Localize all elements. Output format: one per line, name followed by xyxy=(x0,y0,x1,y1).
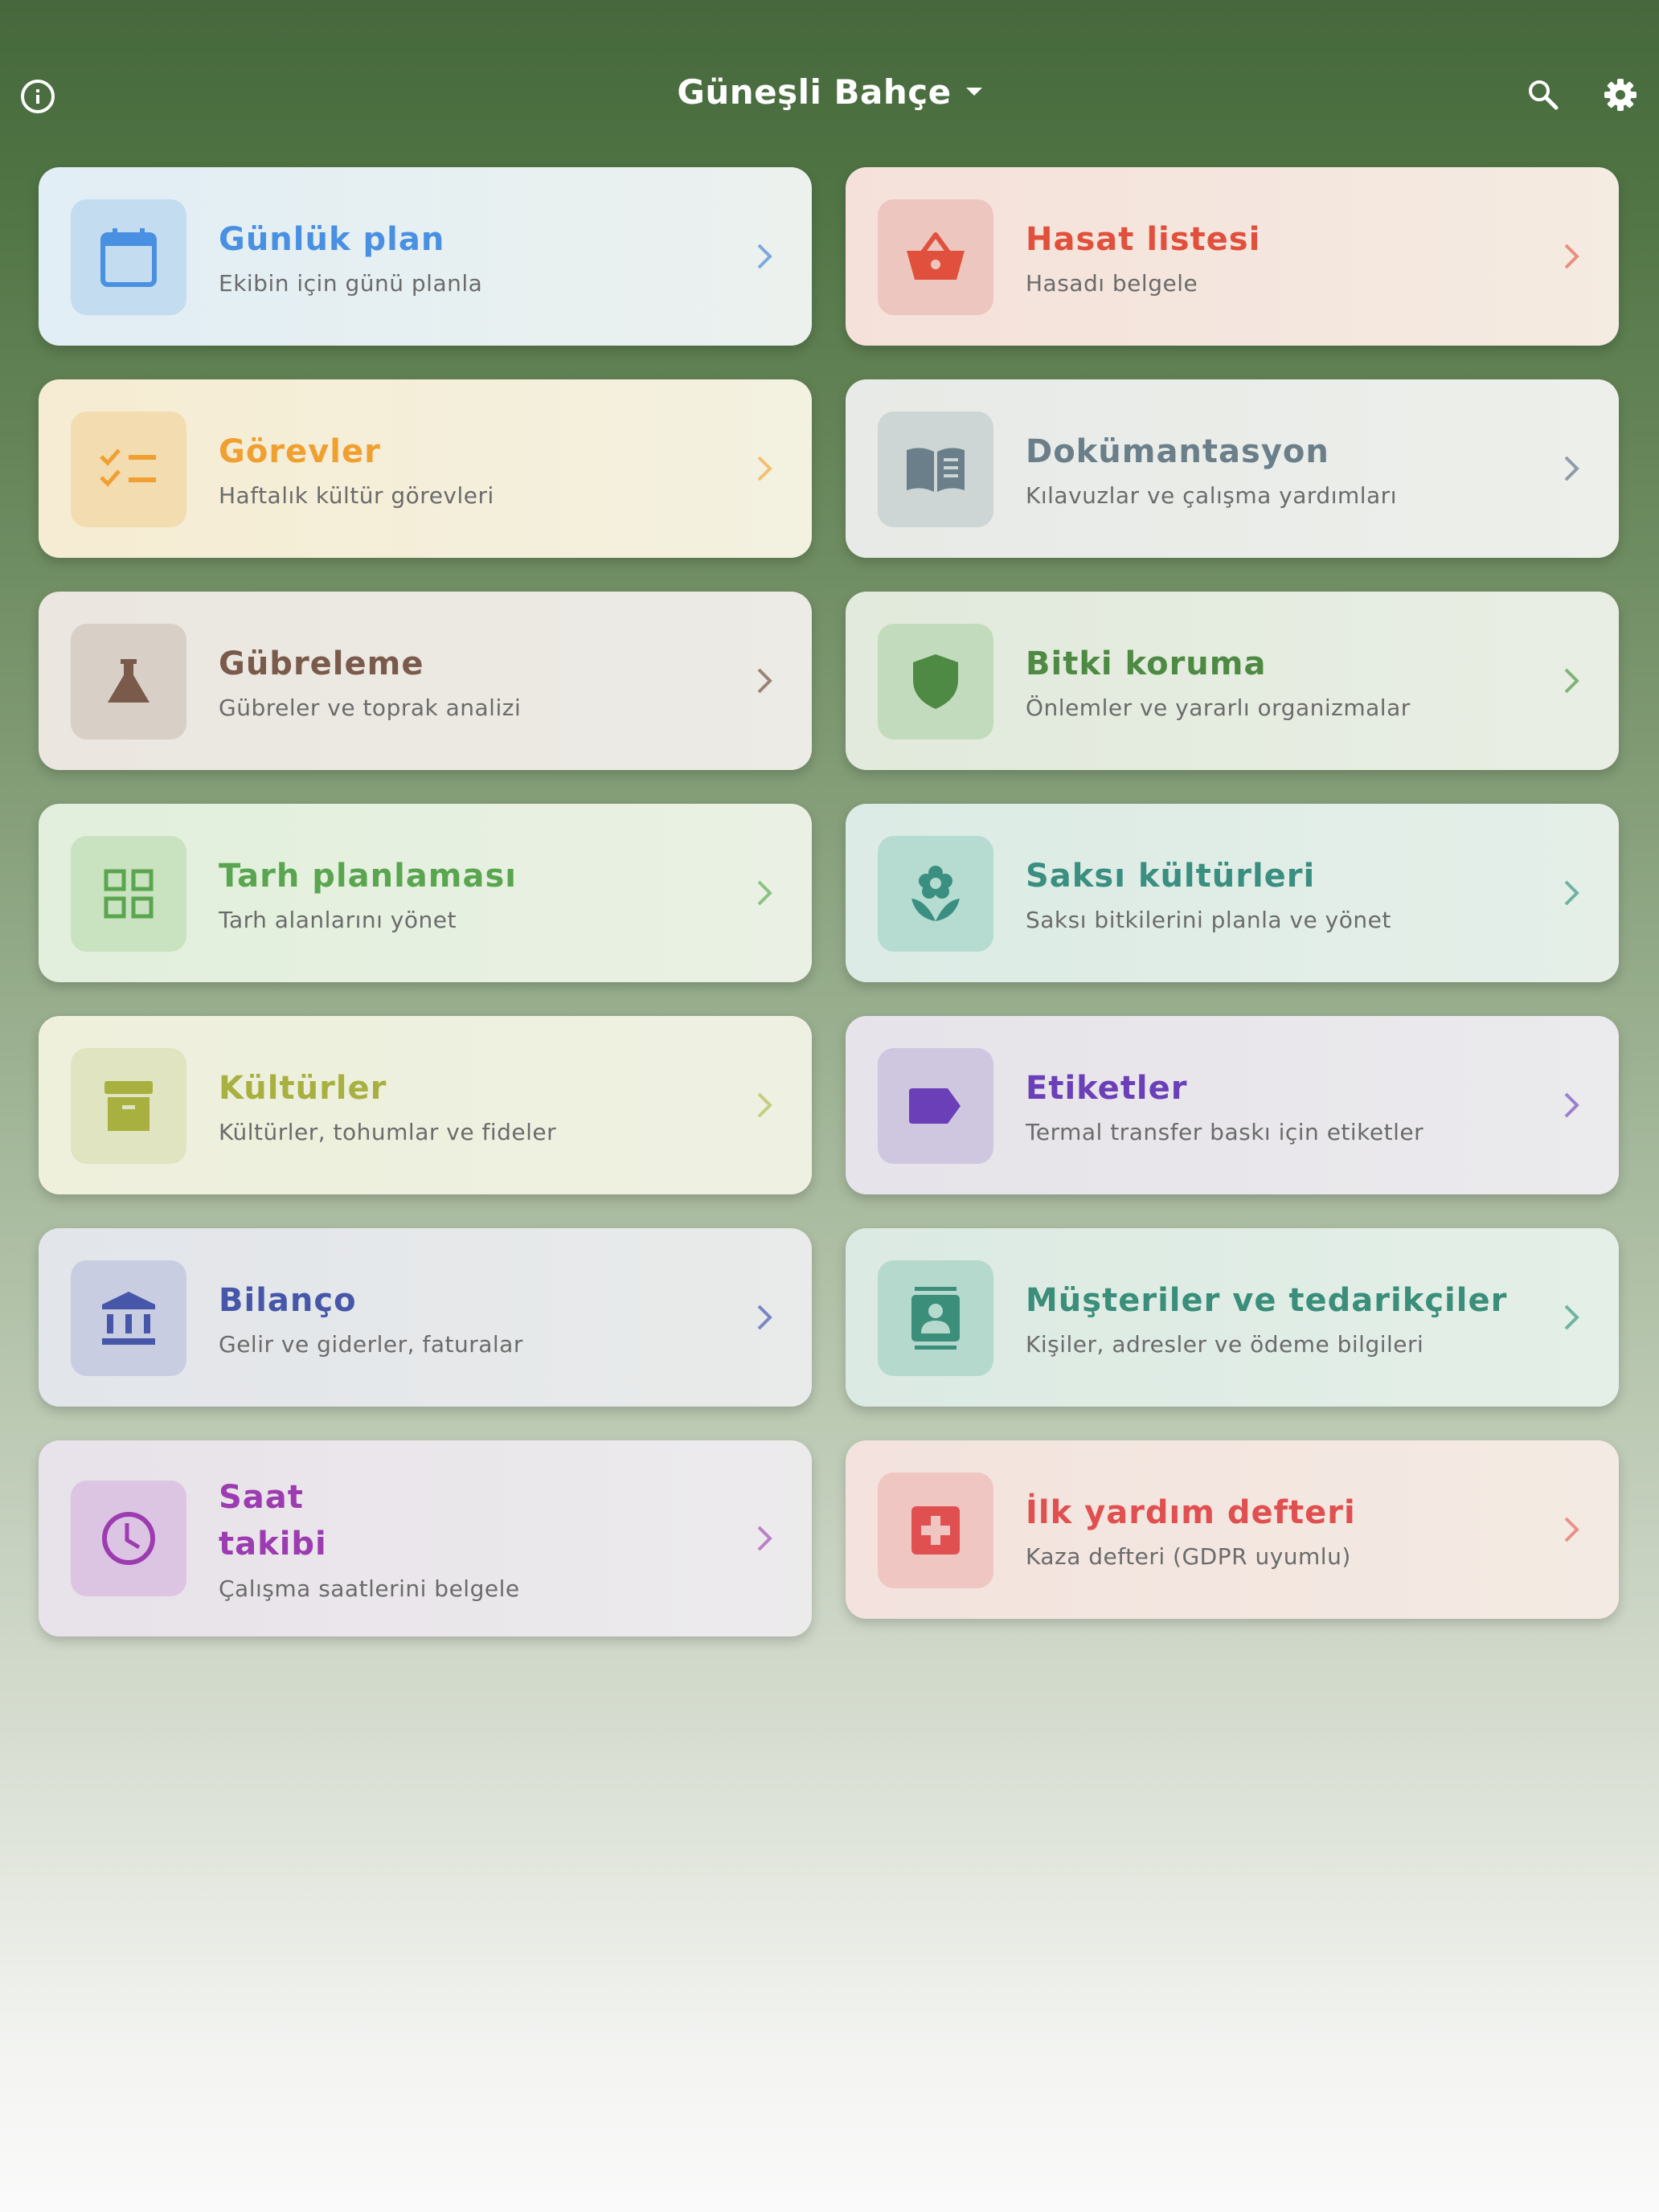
calendar-icon xyxy=(71,199,186,315)
card-title: Görevler xyxy=(219,433,381,470)
chevron-right-icon xyxy=(1564,1092,1579,1118)
card-pot-cultures[interactable]: Saksı kültürleri Saksı bitkilerini planl… xyxy=(846,804,1619,982)
card-subtitle: Gübreler ve toprak analizi xyxy=(219,694,522,721)
card-bed-planning[interactable]: Tarh planlaması Tarh alanlarını yönet xyxy=(39,804,812,982)
card-title: Günlük plan xyxy=(219,221,445,258)
card-subtitle: Çalışma saatlerini belgele xyxy=(219,1575,520,1602)
chevron-right-icon xyxy=(757,244,772,269)
shield-icon xyxy=(878,624,993,739)
book-icon xyxy=(878,412,993,527)
card-cultures[interactable]: Kültürler Kültürler, tohumlar ve fideler xyxy=(39,1016,812,1194)
chevron-right-icon xyxy=(757,1092,772,1118)
card-title: Müşteriler ve tedarikçiler xyxy=(1026,1282,1508,1319)
card-subtitle: Haftalık kültür görevleri xyxy=(219,482,494,509)
chevron-right-icon xyxy=(1564,244,1579,269)
grid-icon xyxy=(71,836,186,952)
card-subtitle: Kaza defteri (GDPR uyumlu) xyxy=(1026,1543,1351,1570)
chevron-right-icon xyxy=(757,668,772,694)
chevron-right-icon xyxy=(1564,456,1579,481)
card-subtitle: Termal transfer baskı için etiketler xyxy=(1026,1119,1424,1145)
page-title: Güneşli Bahçe xyxy=(677,72,952,112)
checklist-icon xyxy=(71,412,186,527)
search-icon[interactable] xyxy=(1526,77,1561,113)
card-title: Bilanço xyxy=(219,1282,357,1319)
card-title: Gübreleme xyxy=(219,645,424,682)
gear-icon[interactable] xyxy=(1603,77,1638,113)
card-fertilization[interactable]: Gübreleme Gübreler ve toprak analizi xyxy=(39,592,812,770)
card-title: Hasat listesi xyxy=(1026,221,1261,258)
card-title: Saksı kültürleri xyxy=(1026,858,1316,895)
card-harvest-list[interactable]: Hasat listesi Hasadı belgele xyxy=(846,167,1619,346)
card-subtitle: Önlemler ve yararlı organizmalar xyxy=(1026,694,1411,721)
card-title: Bitki koruma xyxy=(1026,645,1267,682)
chevron-right-icon xyxy=(757,1526,772,1551)
flower-icon xyxy=(878,836,993,952)
card-subtitle: Kılavuzlar ve çalışma yardımları xyxy=(1026,482,1397,509)
clock-icon xyxy=(71,1481,186,1596)
card-customers-suppliers[interactable]: Müşteriler ve tedarikçiler Kişiler, adre… xyxy=(846,1228,1619,1407)
bank-icon xyxy=(71,1260,186,1376)
card-subtitle: Ekibin için günü planla xyxy=(219,270,483,297)
basket-icon xyxy=(878,199,993,315)
label-icon xyxy=(878,1048,993,1164)
chevron-right-icon xyxy=(1564,1305,1579,1330)
archive-icon xyxy=(71,1048,186,1164)
card-title: Tarh planlaması xyxy=(219,858,517,895)
card-documentation[interactable]: Dokümantasyon Kılavuzlar ve çalışma yard… xyxy=(846,379,1619,558)
chevron-right-icon xyxy=(757,456,772,481)
chevron-right-icon xyxy=(1564,880,1579,906)
top-bar: Güneşli Bahçe xyxy=(0,48,1659,145)
card-subtitle: Gelir ve giderler, faturalar xyxy=(219,1331,523,1358)
chevron-right-icon xyxy=(757,1305,772,1330)
contact-icon xyxy=(878,1260,993,1376)
card-subtitle: Kişiler, adresler ve ödeme bilgileri xyxy=(1026,1331,1424,1358)
card-daily-plan[interactable]: Günlük plan Ekibin için günü planla xyxy=(39,167,812,346)
card-title: Kültürler xyxy=(219,1070,387,1107)
chevron-right-icon xyxy=(1564,668,1579,694)
card-subtitle: Hasadı belgele xyxy=(1026,270,1198,297)
card-tasks[interactable]: Görevler Haftalık kültür görevleri xyxy=(39,379,812,558)
caret-down-icon xyxy=(965,87,982,96)
card-title: Saat takibi xyxy=(219,1479,327,1563)
card-balance[interactable]: Bilanço Gelir ve giderler, faturalar xyxy=(39,1228,812,1407)
card-labels[interactable]: Etiketler Termal transfer baskı için eti… xyxy=(846,1016,1619,1194)
first-aid-icon xyxy=(878,1473,993,1588)
garden-selector[interactable]: Güneşli Bahçe xyxy=(0,72,1659,112)
chevron-right-icon xyxy=(1564,1517,1579,1542)
card-subtitle: Saksı bitkilerini planla ve yönet xyxy=(1026,907,1391,933)
card-title: İlk yardım defteri xyxy=(1026,1494,1356,1531)
card-first-aid-log[interactable]: İlk yardım defteri Kaza defteri (GDPR uy… xyxy=(846,1440,1619,1619)
card-plant-protection[interactable]: Bitki koruma Önlemler ve yararlı organiz… xyxy=(846,592,1619,770)
flask-icon xyxy=(71,624,186,739)
card-subtitle: Kültürler, tohumlar ve fideler xyxy=(219,1119,557,1145)
card-title: Dokümantasyon xyxy=(1026,433,1329,470)
card-subtitle: Tarh alanlarını yönet xyxy=(219,907,457,933)
card-time-tracking[interactable]: Saat takibi Çalışma saatlerini belgele xyxy=(39,1440,812,1636)
chevron-right-icon xyxy=(757,880,772,906)
card-title: Etiketler xyxy=(1026,1070,1188,1107)
